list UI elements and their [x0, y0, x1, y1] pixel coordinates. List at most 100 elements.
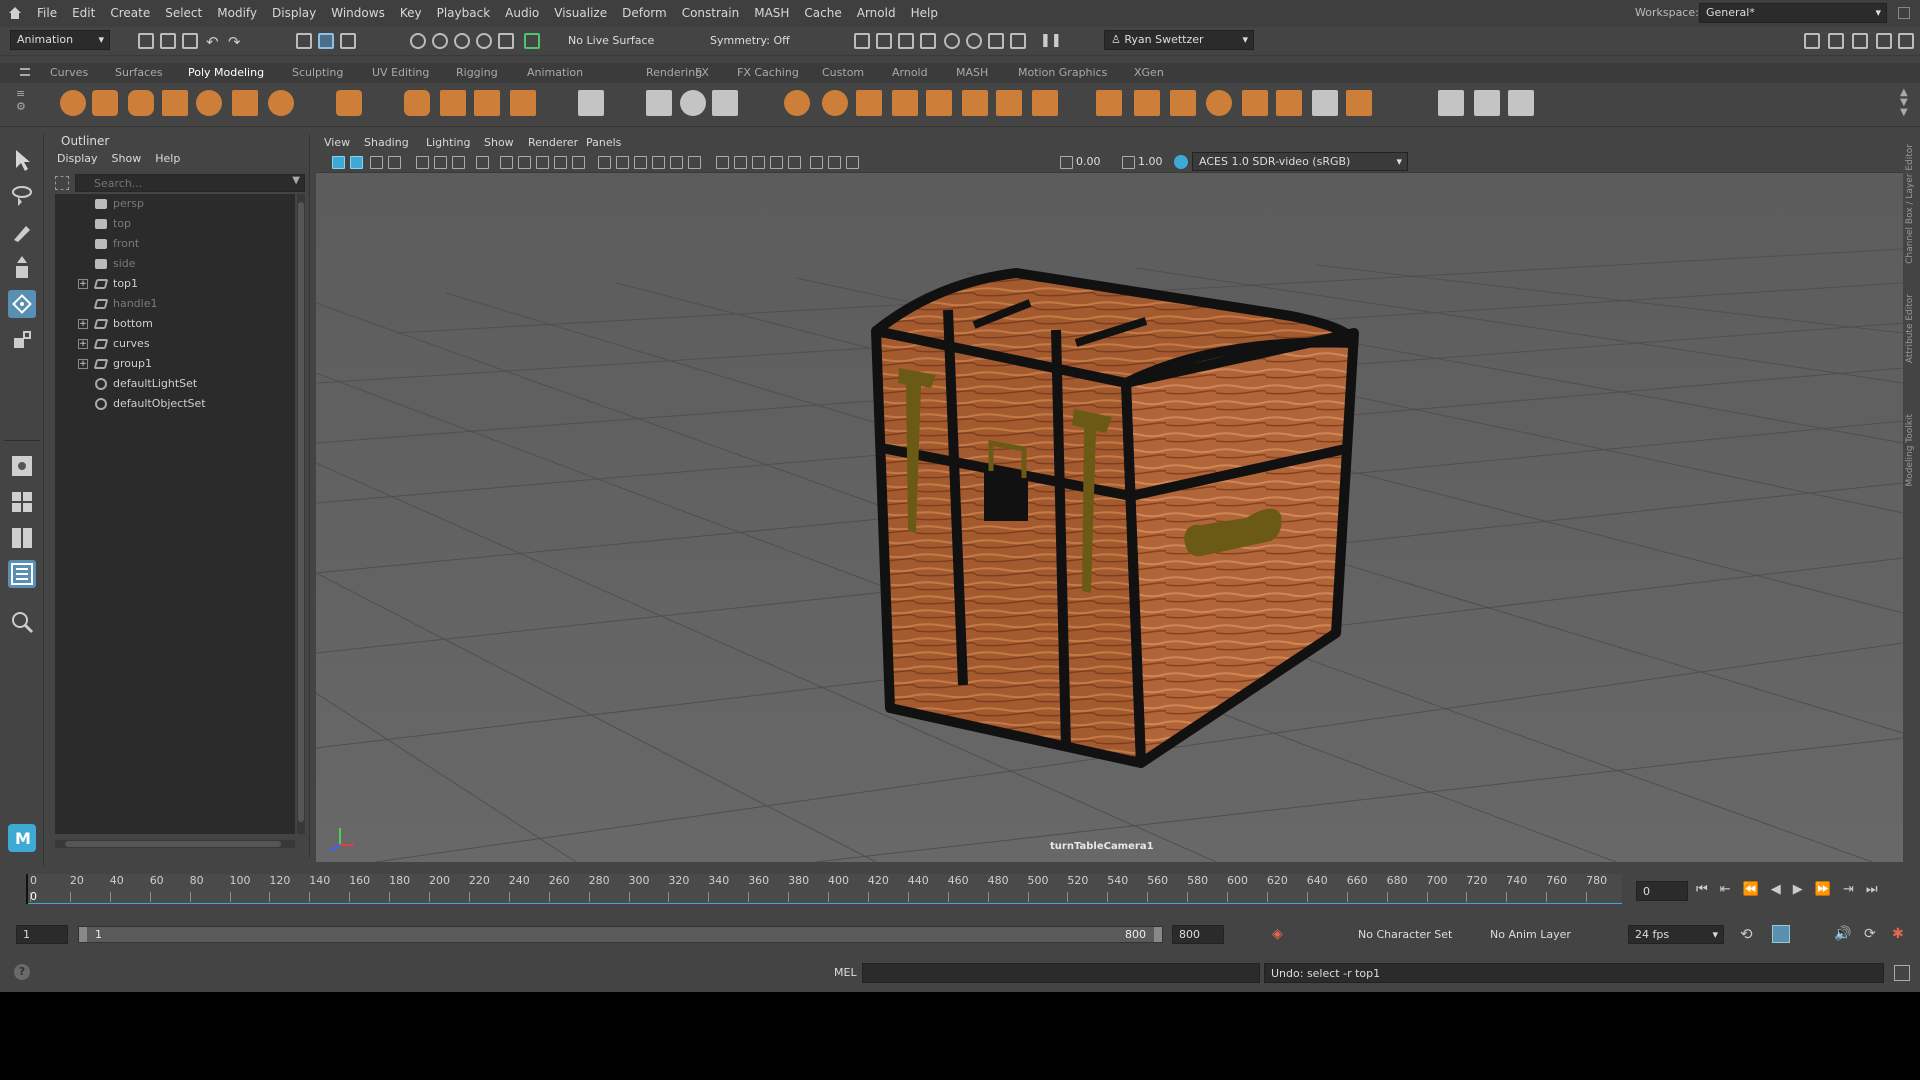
smooth-shade-icon[interactable]: [616, 156, 629, 169]
snap-grid-icon[interactable]: [410, 33, 426, 49]
depth-of-field-icon[interactable]: [770, 156, 783, 169]
fill-hole-icon[interactable]: [962, 90, 988, 116]
step-back-key-icon[interactable]: ⇤: [1720, 882, 1731, 897]
snap-curve-icon[interactable]: [432, 33, 448, 49]
bookmarks-icon[interactable]: [370, 156, 383, 169]
merge-icon[interactable]: [996, 90, 1022, 116]
exposure-value[interactable]: 0.00: [1076, 155, 1101, 168]
search-icon[interactable]: [8, 608, 36, 636]
menu-windows[interactable]: Windows: [331, 6, 385, 20]
paint-select-tool-icon[interactable]: [8, 218, 36, 246]
outliner-vscrollbar[interactable]: [297, 194, 305, 834]
shelf-tab-poly-modeling[interactable]: Poly Modeling: [188, 66, 264, 79]
shelf-tab-arnold[interactable]: Arnold: [892, 66, 928, 79]
grease-pencil-icon[interactable]: [434, 156, 447, 169]
select-tool-icon[interactable]: [8, 146, 36, 174]
rotate-tool-icon[interactable]: [8, 290, 36, 318]
field-chart-icon[interactable]: [536, 156, 549, 169]
expand-icon[interactable]: +: [78, 319, 88, 329]
outliner-hscrollbar[interactable]: [55, 840, 295, 848]
render-sequence-icon[interactable]: [876, 33, 892, 49]
search-input[interactable]: [76, 175, 276, 191]
superellipse-icon[interactable]: [404, 90, 430, 116]
single-perspective-layout-icon[interactable]: [8, 452, 36, 480]
sweep-mesh-icon[interactable]: [440, 90, 466, 116]
outliner-item-curves[interactable]: + curves: [55, 334, 285, 354]
shelf-tab-xgen[interactable]: XGen: [1134, 66, 1164, 79]
step-forward-frame-icon[interactable]: ⏩: [1815, 882, 1831, 897]
light-editor-icon[interactable]: [988, 33, 1004, 49]
gamma-value[interactable]: 1.00: [1138, 155, 1163, 168]
select-component-icon[interactable]: [340, 33, 356, 49]
outliner-item-front[interactable]: front: [55, 234, 285, 254]
save-scene-icon[interactable]: [182, 33, 198, 49]
outliner-hscroll-thumb[interactable]: [65, 841, 281, 847]
type-icon[interactable]: [474, 90, 500, 116]
platonic-icon[interactable]: [336, 90, 362, 116]
torus-icon[interactable]: [196, 90, 222, 116]
multisample-aa-icon[interactable]: [752, 156, 765, 169]
menu-file[interactable]: File: [37, 6, 57, 20]
side-tab-attribute-editor[interactable]: Attribute Editor: [1905, 294, 1915, 363]
render-current-icon[interactable]: [854, 33, 870, 49]
quad-draw-icon[interactable]: [1206, 90, 1232, 116]
shelf-tab-animation[interactable]: Animation: [527, 66, 583, 79]
menu-display[interactable]: Display: [272, 6, 316, 20]
range-track[interactable]: 1 800: [78, 926, 1163, 943]
menuset-dropdown[interactable]: Animation ▾: [10, 30, 110, 50]
expand-icon[interactable]: +: [78, 339, 88, 349]
menu-help[interactable]: Help: [911, 6, 938, 20]
outliner-item-defaultlightset[interactable]: defaultLightSet: [55, 374, 285, 394]
menu-mash[interactable]: MASH: [754, 6, 789, 20]
select-camera-icon[interactable]: [332, 156, 345, 169]
loop-icon[interactable]: ⟲: [1740, 925, 1753, 943]
boolean-icon[interactable]: [784, 90, 810, 116]
isolate-select-icon[interactable]: [788, 156, 801, 169]
open-scene-icon[interactable]: [160, 33, 176, 49]
bridge-icon[interactable]: [822, 90, 848, 116]
sculpt-icon[interactable]: [1438, 90, 1464, 116]
home-icon[interactable]: [8, 6, 22, 20]
outliner-item-defaultobjectset[interactable]: defaultObjectSet: [55, 394, 285, 414]
scene-canvas[interactable]: [316, 173, 1903, 862]
outliner-menu-help[interactable]: Help: [155, 152, 180, 165]
smooth-brush-icon[interactable]: [1508, 90, 1534, 116]
bevel-icon[interactable]: [892, 90, 918, 116]
snap-surface-icon[interactable]: [498, 33, 514, 49]
image-plane-icon[interactable]: [388, 156, 401, 169]
outliner-layout-icon[interactable]: [8, 560, 36, 588]
character-set-label[interactable]: No Character Set: [1358, 928, 1452, 941]
plane-icon[interactable]: [232, 90, 258, 116]
menu-playback[interactable]: Playback: [437, 6, 491, 20]
script-editor-icon[interactable]: [1894, 965, 1910, 981]
live-surface-label[interactable]: No Live Surface: [568, 34, 654, 47]
shelf-menu-icon[interactable]: [20, 68, 30, 76]
play-backwards-icon[interactable]: ◀: [1771, 882, 1781, 897]
outliner-item-handle1[interactable]: handle1: [55, 294, 285, 314]
menu-visualize[interactable]: Visualize: [554, 6, 607, 20]
shelf-tab-uv-editing[interactable]: UV Editing: [372, 66, 429, 79]
menu-create[interactable]: Create: [110, 6, 150, 20]
user-dropdown[interactable]: ♙ Ryan Swettzer ▾: [1104, 30, 1254, 50]
viewport-menu-view[interactable]: View: [324, 136, 350, 149]
safe-action-icon[interactable]: [554, 156, 567, 169]
insert-loop-icon[interactable]: [1312, 90, 1338, 116]
resolution-gate-icon[interactable]: [500, 156, 513, 169]
render-settings-icon[interactable]: [920, 33, 936, 49]
exposure-icon[interactable]: [1060, 156, 1073, 169]
viewport-menu-lighting[interactable]: Lighting: [426, 136, 470, 149]
shelf-tab-curves[interactable]: Curves: [50, 66, 88, 79]
viewport-menu-show[interactable]: Show: [484, 136, 514, 149]
outliner-item-top[interactable]: top: [55, 214, 285, 234]
xray-icon[interactable]: [810, 156, 823, 169]
expand-icon[interactable]: +: [78, 359, 88, 369]
motion-blur-icon[interactable]: [734, 156, 747, 169]
move-tool-icon[interactable]: [8, 254, 36, 282]
colorspace-dropdown[interactable]: ACES 1.0 SDR-video (sRGB) ▾: [1192, 152, 1408, 171]
slide-edge-icon[interactable]: [1242, 90, 1268, 116]
grid-icon[interactable]: [452, 156, 465, 169]
hypershade-icon[interactable]: [944, 33, 960, 49]
grab-icon[interactable]: [1474, 90, 1500, 116]
play-forwards-icon[interactable]: ▶: [1793, 882, 1803, 897]
auto-key-icon[interactable]: ◈: [1272, 926, 1283, 942]
